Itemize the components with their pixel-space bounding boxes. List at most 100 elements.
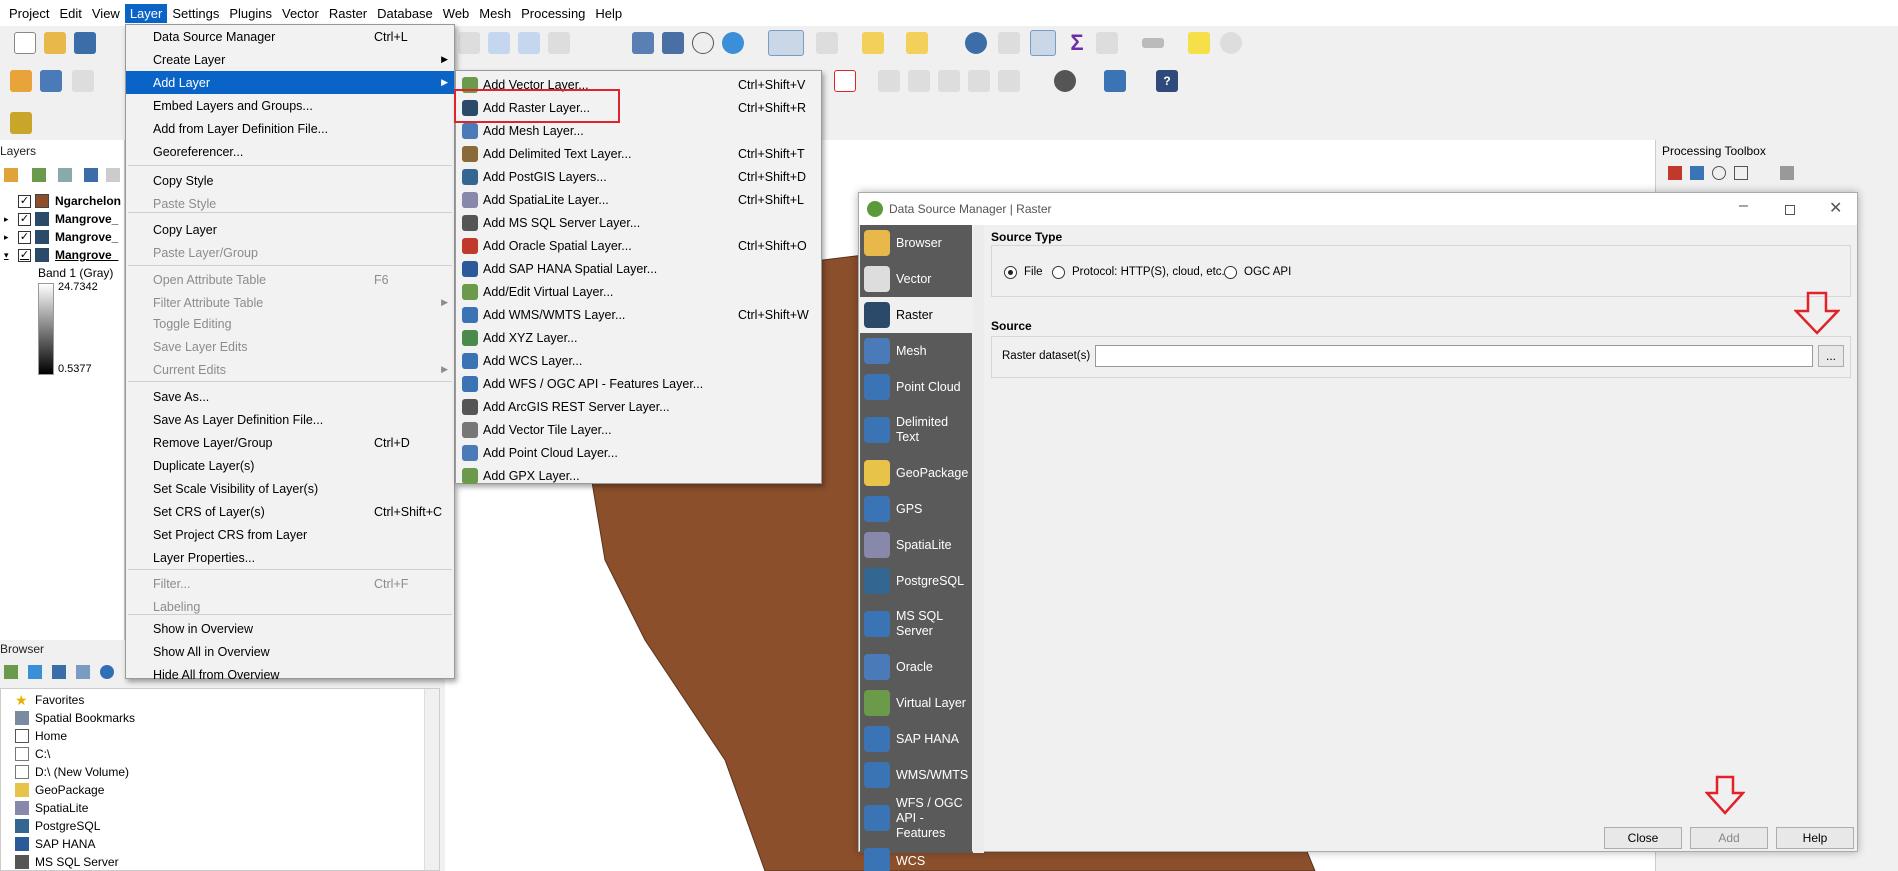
- raster-dataset-input[interactable]: [1095, 345, 1813, 367]
- layer-row[interactable]: ▸ ✓ Mangrove_: [4, 228, 118, 246]
- refresh-icon[interactable]: [28, 665, 42, 679]
- python-icon[interactable]: [1690, 166, 1704, 180]
- menu-vector[interactable]: Vector: [277, 4, 324, 23]
- label-pin-icon[interactable]: [908, 70, 930, 92]
- sidebar-item[interactable]: Mesh: [860, 333, 972, 369]
- sum-icon[interactable]: Σ: [1066, 32, 1088, 54]
- menu-processing[interactable]: Processing: [516, 4, 590, 23]
- menu-plugins[interactable]: Plugins: [224, 4, 277, 23]
- tree-item[interactable]: Spatial Bookmarks: [15, 709, 135, 727]
- add-layer-menu-item[interactable]: Add WMS/WMTS Layer... Ctrl+Shift+W: [456, 303, 821, 326]
- layer-menu-item[interactable]: Data Source Manager Ctrl+L: [126, 25, 454, 48]
- sidebar-item[interactable]: Delimited Text: [860, 405, 972, 455]
- radio-ogc-api[interactable]: [1224, 266, 1237, 279]
- tree-scrollbar[interactable]: [424, 689, 439, 870]
- add-layer-menu-item[interactable]: Add ArcGIS REST Server Layer...: [456, 395, 821, 418]
- radio-protocol[interactable]: [1052, 266, 1065, 279]
- open-project-icon[interactable]: [44, 32, 66, 54]
- add-layer-menu-item[interactable]: Add SpatiaLite Layer... Ctrl+Shift+L: [456, 188, 821, 211]
- sidebar-item[interactable]: GPS: [860, 491, 972, 527]
- enable-properties-icon[interactable]: [100, 665, 114, 679]
- python-icon[interactable]: [1104, 70, 1126, 92]
- maximize-icon[interactable]: [1785, 205, 1795, 215]
- sidebar-item[interactable]: SpatiaLite: [860, 527, 972, 563]
- new-project-icon[interactable]: [14, 32, 36, 54]
- menu-database[interactable]: Database: [372, 4, 438, 23]
- sidebar-item[interactable]: SAP HANA: [860, 721, 972, 757]
- sidebar-item[interactable]: Virtual Layer: [860, 685, 972, 721]
- statistics-icon[interactable]: [1096, 32, 1118, 54]
- layer-menu-item[interactable]: Set Project CRS from Layer: [126, 523, 454, 546]
- add-layer-menu-item[interactable]: Add WFS / OGC API - Features Layer...: [456, 372, 821, 395]
- collapse-arrow-icon[interactable]: ▾: [4, 250, 18, 261]
- layer-checkbox[interactable]: ✓: [18, 230, 31, 244]
- menu-help[interactable]: Help: [590, 4, 627, 23]
- history-icon[interactable]: [1712, 166, 1726, 180]
- help-button[interactable]: Help: [1776, 827, 1854, 849]
- layer-checkbox[interactable]: ✓: [18, 212, 31, 226]
- select-location-icon[interactable]: [906, 32, 928, 54]
- layer-menu-item[interactable]: Remove Layer/Group Ctrl+D: [126, 431, 454, 454]
- plugin-icon[interactable]: [40, 70, 62, 92]
- layer-menu-item[interactable]: Add from Layer Definition File...: [126, 117, 454, 140]
- layer-menu-item[interactable]: Show in Overview: [126, 617, 454, 640]
- layer-menu-item[interactable]: Save As...: [126, 385, 454, 408]
- layer-menu-item[interactable]: Show All in Overview: [126, 640, 454, 663]
- sidebar-item[interactable]: Oracle: [860, 649, 972, 685]
- label-change-icon[interactable]: [998, 70, 1020, 92]
- layer-menu-item[interactable]: Embed Layers and Groups...: [126, 94, 454, 117]
- close-icon[interactable]: ✕: [1829, 198, 1842, 218]
- tree-item[interactable]: GeoPackage: [15, 781, 104, 799]
- tree-item[interactable]: PostgreSQL: [15, 817, 100, 835]
- add-layer-menu-item[interactable]: Add GPX Layer...: [456, 464, 821, 487]
- select-by-value-icon[interactable]: [816, 32, 838, 54]
- wrench-icon[interactable]: [1780, 166, 1794, 180]
- tree-item[interactable]: SpatiaLite: [15, 799, 88, 817]
- attribute-table-icon[interactable]: [998, 32, 1020, 54]
- menu-mesh[interactable]: Mesh: [474, 4, 516, 23]
- expand-arrow-icon[interactable]: ▸: [4, 214, 18, 225]
- layer-styling-icon[interactable]: [10, 112, 32, 134]
- menu-project[interactable]: Project: [4, 4, 54, 23]
- select-features-icon[interactable]: [768, 30, 804, 56]
- layer-menu-item[interactable]: Save As Layer Definition File...: [126, 408, 454, 431]
- filter-icon[interactable]: [84, 168, 98, 182]
- bookmarks-list-icon[interactable]: [662, 32, 684, 54]
- add-layer-menu-item[interactable]: Add MS SQL Server Layer...: [456, 211, 821, 234]
- tree-item[interactable]: D:\ (New Volume): [15, 763, 129, 781]
- layer-menu-item[interactable]: Duplicate Layer(s): [126, 454, 454, 477]
- refresh-icon[interactable]: [722, 32, 744, 54]
- label-rotate-icon[interactable]: [968, 70, 990, 92]
- zoom-selection-icon[interactable]: [518, 32, 540, 54]
- sidebar-item[interactable]: GeoPackage: [860, 455, 972, 491]
- add-selected-icon[interactable]: [4, 665, 18, 679]
- menu-view[interactable]: View: [87, 4, 125, 23]
- label-tools-icon[interactable]: [878, 70, 900, 92]
- radio-file[interactable]: [1004, 266, 1017, 279]
- sidebar-item[interactable]: Browser: [860, 225, 972, 261]
- minimize-icon[interactable]: –: [1739, 197, 1748, 215]
- layer-menu-item[interactable]: Georeferencer...: [126, 140, 454, 163]
- add-layer-menu-item[interactable]: Add PostGIS Layers... Ctrl+Shift+D: [456, 165, 821, 188]
- digitize-icon[interactable]: [10, 70, 32, 92]
- measure-icon[interactable]: [1142, 38, 1164, 48]
- add-layer-menu-item[interactable]: Add Delimited Text Layer... Ctrl+Shift+T: [456, 142, 821, 165]
- layer-menu-item[interactable]: Add Layer ▶: [126, 71, 454, 94]
- layer-row[interactable]: ▾ ✓ Mangrove_: [4, 246, 118, 264]
- menu-layer[interactable]: Layer: [124, 3, 168, 23]
- sidebar-scrollbar[interactable]: [973, 225, 984, 853]
- collapse-all-icon[interactable]: [76, 665, 90, 679]
- layer-menu-item[interactable]: Copy Layer: [126, 218, 454, 241]
- tree-item[interactable]: SAP HANA: [15, 835, 95, 853]
- layer-row[interactable]: ✓ Ngarchelon: [18, 192, 121, 210]
- tree-item[interactable]: C:\: [15, 745, 50, 763]
- expand-arrow-icon[interactable]: ▸: [4, 232, 18, 243]
- menu-edit[interactable]: Edit: [54, 4, 86, 23]
- tree-item[interactable]: Home: [15, 727, 67, 745]
- layer-checkbox[interactable]: ✓: [18, 248, 31, 262]
- tree-item[interactable]: MS SQL Server: [15, 853, 119, 871]
- add-button[interactable]: Add: [1690, 827, 1768, 849]
- globe-icon[interactable]: [1054, 70, 1076, 92]
- browse-button[interactable]: ...: [1818, 345, 1844, 367]
- menu-raster[interactable]: Raster: [324, 4, 372, 23]
